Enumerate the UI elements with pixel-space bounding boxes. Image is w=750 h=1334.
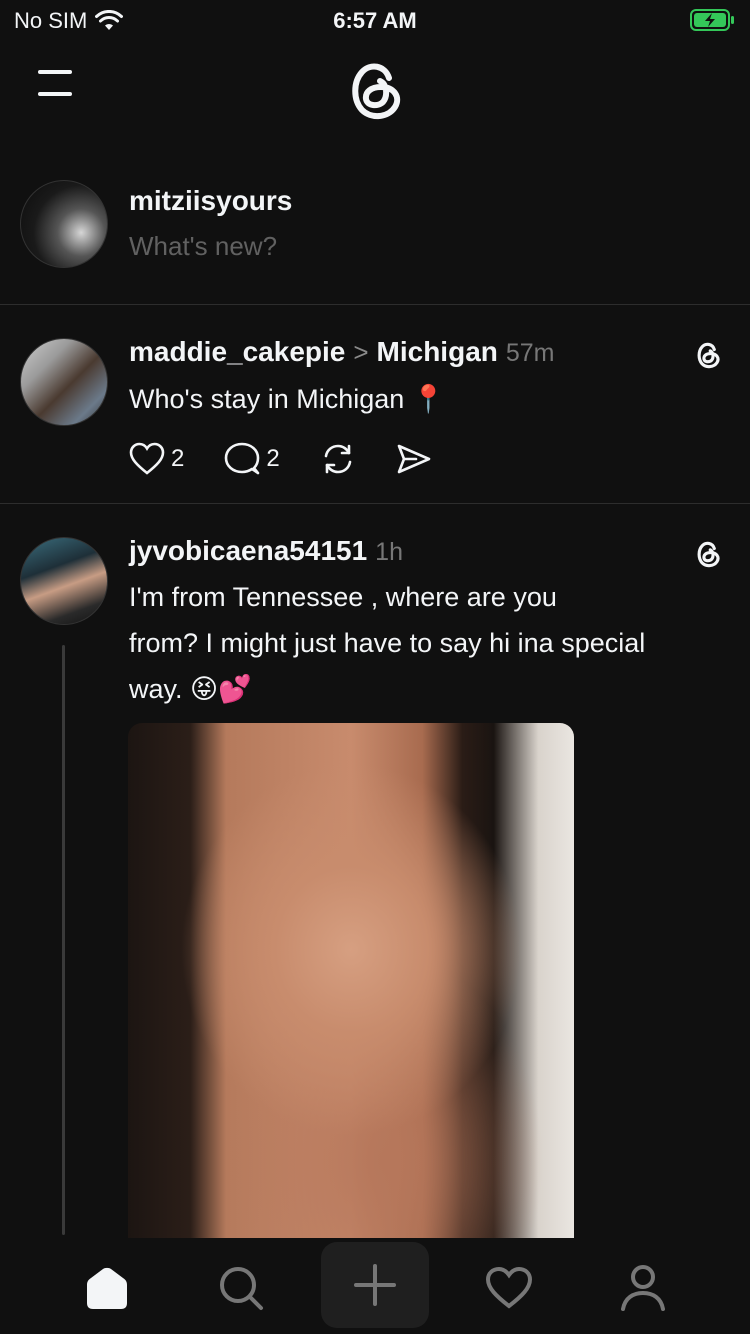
comment-icon [225,442,260,475]
post-text: Who's stay in Michigan 📍 [129,384,446,414]
tab-home[interactable] [57,1248,157,1328]
post-header: jyvobicaena54151 1h [129,535,403,567]
post-photo[interactable] [128,723,574,1238]
profile-icon [621,1265,665,1311]
post-time: 1h [375,538,403,566]
share-icon [397,444,431,474]
like-count: 2 [171,445,185,472]
heart-icon [129,442,165,475]
new-post-composer[interactable]: mitziisyours What's new? [0,175,750,305]
post-text: I'm from Tennessee , where are you from?… [129,574,729,712]
threads-logo-icon[interactable] [340,48,410,128]
plus-icon [354,1264,396,1306]
like-button[interactable]: 2 [129,442,184,476]
top-nav [0,48,750,128]
tab-search[interactable] [191,1248,291,1328]
avatar[interactable] [20,537,108,625]
threads-badge-icon [697,541,720,568]
post-header: maddie_cakepie > Michigan 57m [129,336,555,368]
activity-heart-icon [485,1266,533,1309]
post-text-line: way. 😝💕 [129,674,252,704]
tab-bar [0,1240,750,1334]
post-text-line: I'm from Tennessee , where are you [129,582,557,612]
battery-icon [690,9,734,31]
menu-icon[interactable] [36,68,76,100]
status-bar: No SIM 6:57 AM [0,0,750,40]
avatar[interactable] [20,338,108,426]
tab-profile[interactable] [593,1248,693,1328]
post-time: 57m [505,339,555,367]
threads-badge-icon [697,342,720,369]
post-username[interactable]: jyvobicaena54151 [129,535,367,567]
post-username[interactable]: maddie_cakepie [129,336,345,368]
composer-placeholder[interactable]: What's new? [129,231,277,262]
comment-button[interactable]: 2 [224,442,280,476]
post-item[interactable]: maddie_cakepie > Michigan 57m Who's stay… [0,306,750,504]
repost-icon [324,444,352,474]
post-text-line: from? I might just have to say hi ina sp… [129,628,646,658]
thread-line [62,645,65,1235]
tab-new-post[interactable] [321,1242,429,1328]
post-actions: 2 2 [129,442,472,476]
home-icon [87,1267,127,1309]
share-button[interactable] [396,442,432,476]
repost-button[interactable] [320,442,356,476]
topic-separator: > [353,337,369,367]
post-topic[interactable]: Michigan [377,336,498,368]
comment-count: 2 [266,445,280,472]
search-icon [220,1267,263,1310]
status-time: 6:57 AM [333,8,417,33]
tab-activity[interactable] [459,1248,559,1328]
composer-username: mitziisyours [129,185,293,216]
avatar[interactable] [20,180,108,268]
post-item[interactable]: jyvobicaena54151 1h I'm from Tennessee ,… [0,505,750,1245]
